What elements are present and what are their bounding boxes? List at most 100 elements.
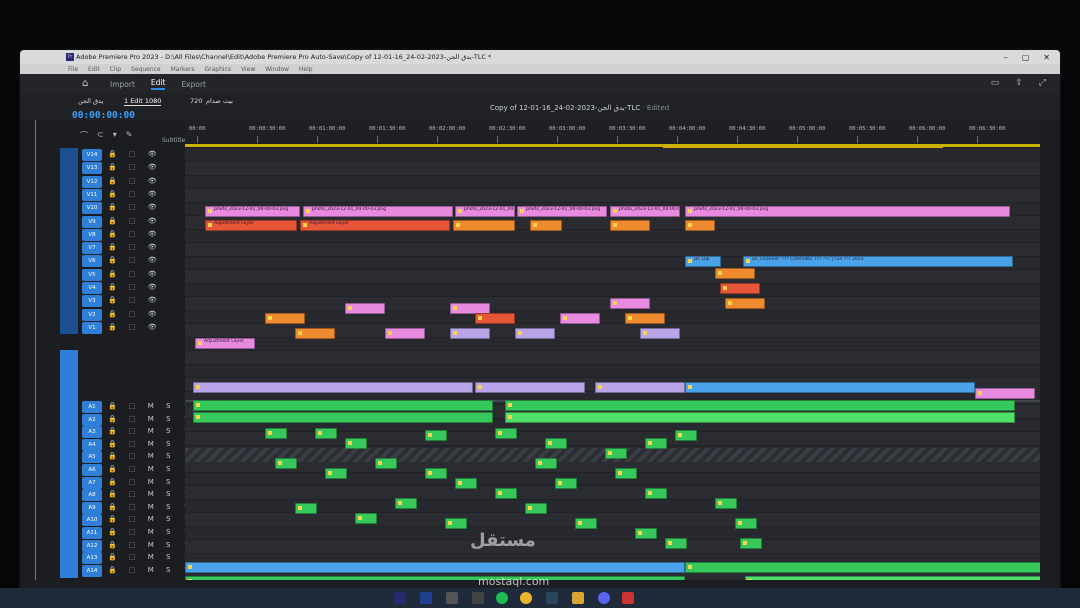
track-name[interactable]: A4	[82, 438, 102, 451]
timeline-clip[interactable]	[610, 220, 650, 231]
playhead-timecode[interactable]: 00:00:00:00	[72, 110, 135, 121]
chrome-taskbar-icon[interactable]	[520, 592, 532, 604]
tab-sequence-2[interactable]: 1 Edit 1080	[124, 97, 162, 106]
timeline-clip[interactable]	[185, 562, 685, 573]
premiere-taskbar-icon[interactable]	[394, 592, 406, 604]
track-name[interactable]: V12	[82, 175, 102, 188]
video-track-header[interactable]: V5 🔒 ⬚ 👁	[54, 268, 186, 282]
track-toggle-icons[interactable]: 🔒 ⬚ M S 🎙	[108, 503, 197, 511]
track-name[interactable]: A1	[82, 401, 102, 413]
track-toggle-icons[interactable]: 🔒 ⬚ 👁	[108, 323, 162, 331]
timeline-clip[interactable]	[665, 538, 687, 549]
timeline-clip[interactable]	[275, 458, 297, 469]
video-track-header[interactable]: V6 🔒 ⬚ 👁	[54, 254, 186, 268]
timeline-clip[interactable]	[685, 562, 1040, 573]
track-toggle-icons[interactable]: 🔒 ⬚ M S 🎙	[108, 490, 197, 498]
timeline-clip[interactable]	[535, 458, 557, 469]
maximize-button[interactable]: ▢	[1022, 53, 1030, 62]
track-name[interactable]: V9	[82, 215, 102, 228]
timeline-clip[interactable]	[295, 503, 317, 514]
timeline-clip[interactable]	[345, 438, 367, 449]
timeline-clip[interactable]	[560, 313, 600, 324]
timeline-clip[interactable]	[610, 298, 650, 309]
track-toggle-icons[interactable]: 🔒 ⬚ 👁	[108, 190, 162, 198]
timeline-clip[interactable]: photo_2023-12-01_04-00-03.png	[205, 206, 300, 217]
track-toggle-icons[interactable]: 🔒 ⬚ 👁	[108, 256, 162, 264]
tab-sequence-3[interactable]: 720	[190, 97, 202, 105]
menu-help[interactable]: Help	[299, 66, 313, 73]
timeline-clip[interactable]	[525, 503, 547, 514]
timeline-clip[interactable]: Adjustment Layer	[205, 220, 297, 231]
track-toggle-icons[interactable]: 🔒 ⬚ M S 🎙	[108, 427, 197, 435]
timeline-clip[interactable]	[615, 468, 637, 479]
time-ruler[interactable]: 00:00 00:00:30:00 00:01:00:00 00:01:30:00 00…	[185, 120, 1040, 155]
video-track-header[interactable]: V11 🔒 ⬚ 👁	[54, 188, 186, 202]
menu-graphics[interactable]: Graphics	[205, 66, 232, 73]
timeline-clip[interactable]	[315, 428, 337, 439]
track-name[interactable]: V6	[82, 255, 102, 268]
video-track-header[interactable]: V12 🔒 ⬚ 👁	[54, 175, 186, 189]
track-toggle-icons[interactable]: 🔒 ⬚ M S 🎙	[108, 515, 197, 523]
timeline-clip[interactable]	[575, 518, 597, 529]
timeline-clip[interactable]	[453, 220, 515, 231]
timeline-clip[interactable]	[325, 468, 347, 479]
timeline-clip[interactable]	[385, 328, 425, 339]
track-toggle-icons[interactable]: 🔒 ⬚ 👁	[108, 270, 162, 278]
track-toggle-icons[interactable]: 🔒 ⬚ 👁	[108, 296, 162, 304]
timeline-clip[interactable]	[495, 428, 517, 439]
track-name[interactable]: V11	[82, 188, 102, 201]
timeline-clip[interactable]	[505, 400, 1015, 411]
video-track-header[interactable]: V9 🔒 ⬚ 👁	[54, 215, 186, 229]
menu-clip[interactable]: Clip	[110, 66, 121, 73]
timeline-clip[interactable]	[975, 388, 1035, 399]
timeline-clip[interactable]	[375, 458, 397, 469]
timeline-clip[interactable]	[495, 488, 517, 499]
tab-export[interactable]: Export	[181, 80, 206, 89]
track-toggle-icons[interactable]: 🔒 ⬚ M S 🎙	[108, 452, 197, 460]
track-lane[interactable]	[185, 242, 1040, 257]
video-track-header[interactable]: V4 🔒 ⬚ 👁	[54, 281, 186, 295]
timeline-clip[interactable]	[735, 518, 757, 529]
timeline-clip[interactable]	[475, 382, 585, 393]
track-name[interactable]: V1	[82, 321, 102, 334]
track-name[interactable]: A6	[82, 464, 102, 476]
video-track-header[interactable]: V14 🔒 ⬚ 👁	[54, 148, 186, 162]
tab-edit[interactable]: Edit	[150, 78, 166, 90]
timeline-clip[interactable]	[685, 220, 715, 231]
track-lane[interactable]	[185, 539, 1040, 554]
track-toggle-icons[interactable]: 🔒 ⬚ 👁	[108, 177, 162, 185]
track-toggle-icons[interactable]: 🔒 ⬚ 👁	[108, 217, 162, 225]
workspaces-icon[interactable]: ▭	[991, 78, 1000, 88]
timeline-clip[interactable]	[720, 283, 760, 294]
track-name[interactable]: A7	[82, 476, 102, 489]
timeline-clip[interactable]	[625, 313, 665, 324]
timeline-clip[interactable]: Adjustment Layer	[195, 338, 255, 349]
minimize-button[interactable]: –	[1004, 53, 1008, 62]
timeline-clip[interactable]	[193, 412, 493, 423]
menu-edit[interactable]: Edit	[88, 66, 100, 73]
track-name[interactable]: V10	[82, 202, 102, 215]
track-name[interactable]: V13	[82, 162, 102, 175]
track-lane[interactable]	[185, 364, 1040, 378]
timeline-clip[interactable]: photo_2023-12-01_04-00-03.png	[685, 206, 1010, 217]
timeline-clip[interactable]: photo_2023-12-01_04-00-03.png	[517, 206, 607, 217]
timeline-clip[interactable]	[445, 518, 467, 529]
track-toggle-icons[interactable]: 🔒 ⬚ M S 🎙	[108, 440, 197, 448]
track-name[interactable]: A12	[82, 539, 102, 552]
settings-taskbar-icon[interactable]	[472, 592, 484, 604]
video-track-header[interactable]: V13 🔒 ⬚ 👁	[54, 161, 186, 175]
track-toggle-icons[interactable]: 🔒 ⬚ M S 🎙	[108, 415, 197, 423]
linked-selection-icon[interactable]: ⊂	[97, 130, 104, 141]
track-lane[interactable]	[185, 472, 1040, 486]
playhead[interactable]	[35, 120, 36, 580]
track-lane[interactable]	[185, 188, 1040, 203]
tab-sequence-4[interactable]: بيت صدام	[206, 97, 233, 105]
track-toggle-icons[interactable]: 🔒 ⬚ M S 🎙	[108, 553, 197, 561]
share-icon[interactable]: ⇪	[1015, 78, 1023, 88]
video-track-header[interactable]: V8 🔒 ⬚ 👁	[54, 228, 186, 242]
timeline-clip[interactable]	[455, 478, 477, 489]
close-button[interactable]: ✕	[1043, 53, 1050, 62]
tab-import[interactable]: Import	[110, 80, 135, 89]
track-lane[interactable]	[185, 283, 1040, 297]
menu-view[interactable]: View	[241, 66, 255, 73]
